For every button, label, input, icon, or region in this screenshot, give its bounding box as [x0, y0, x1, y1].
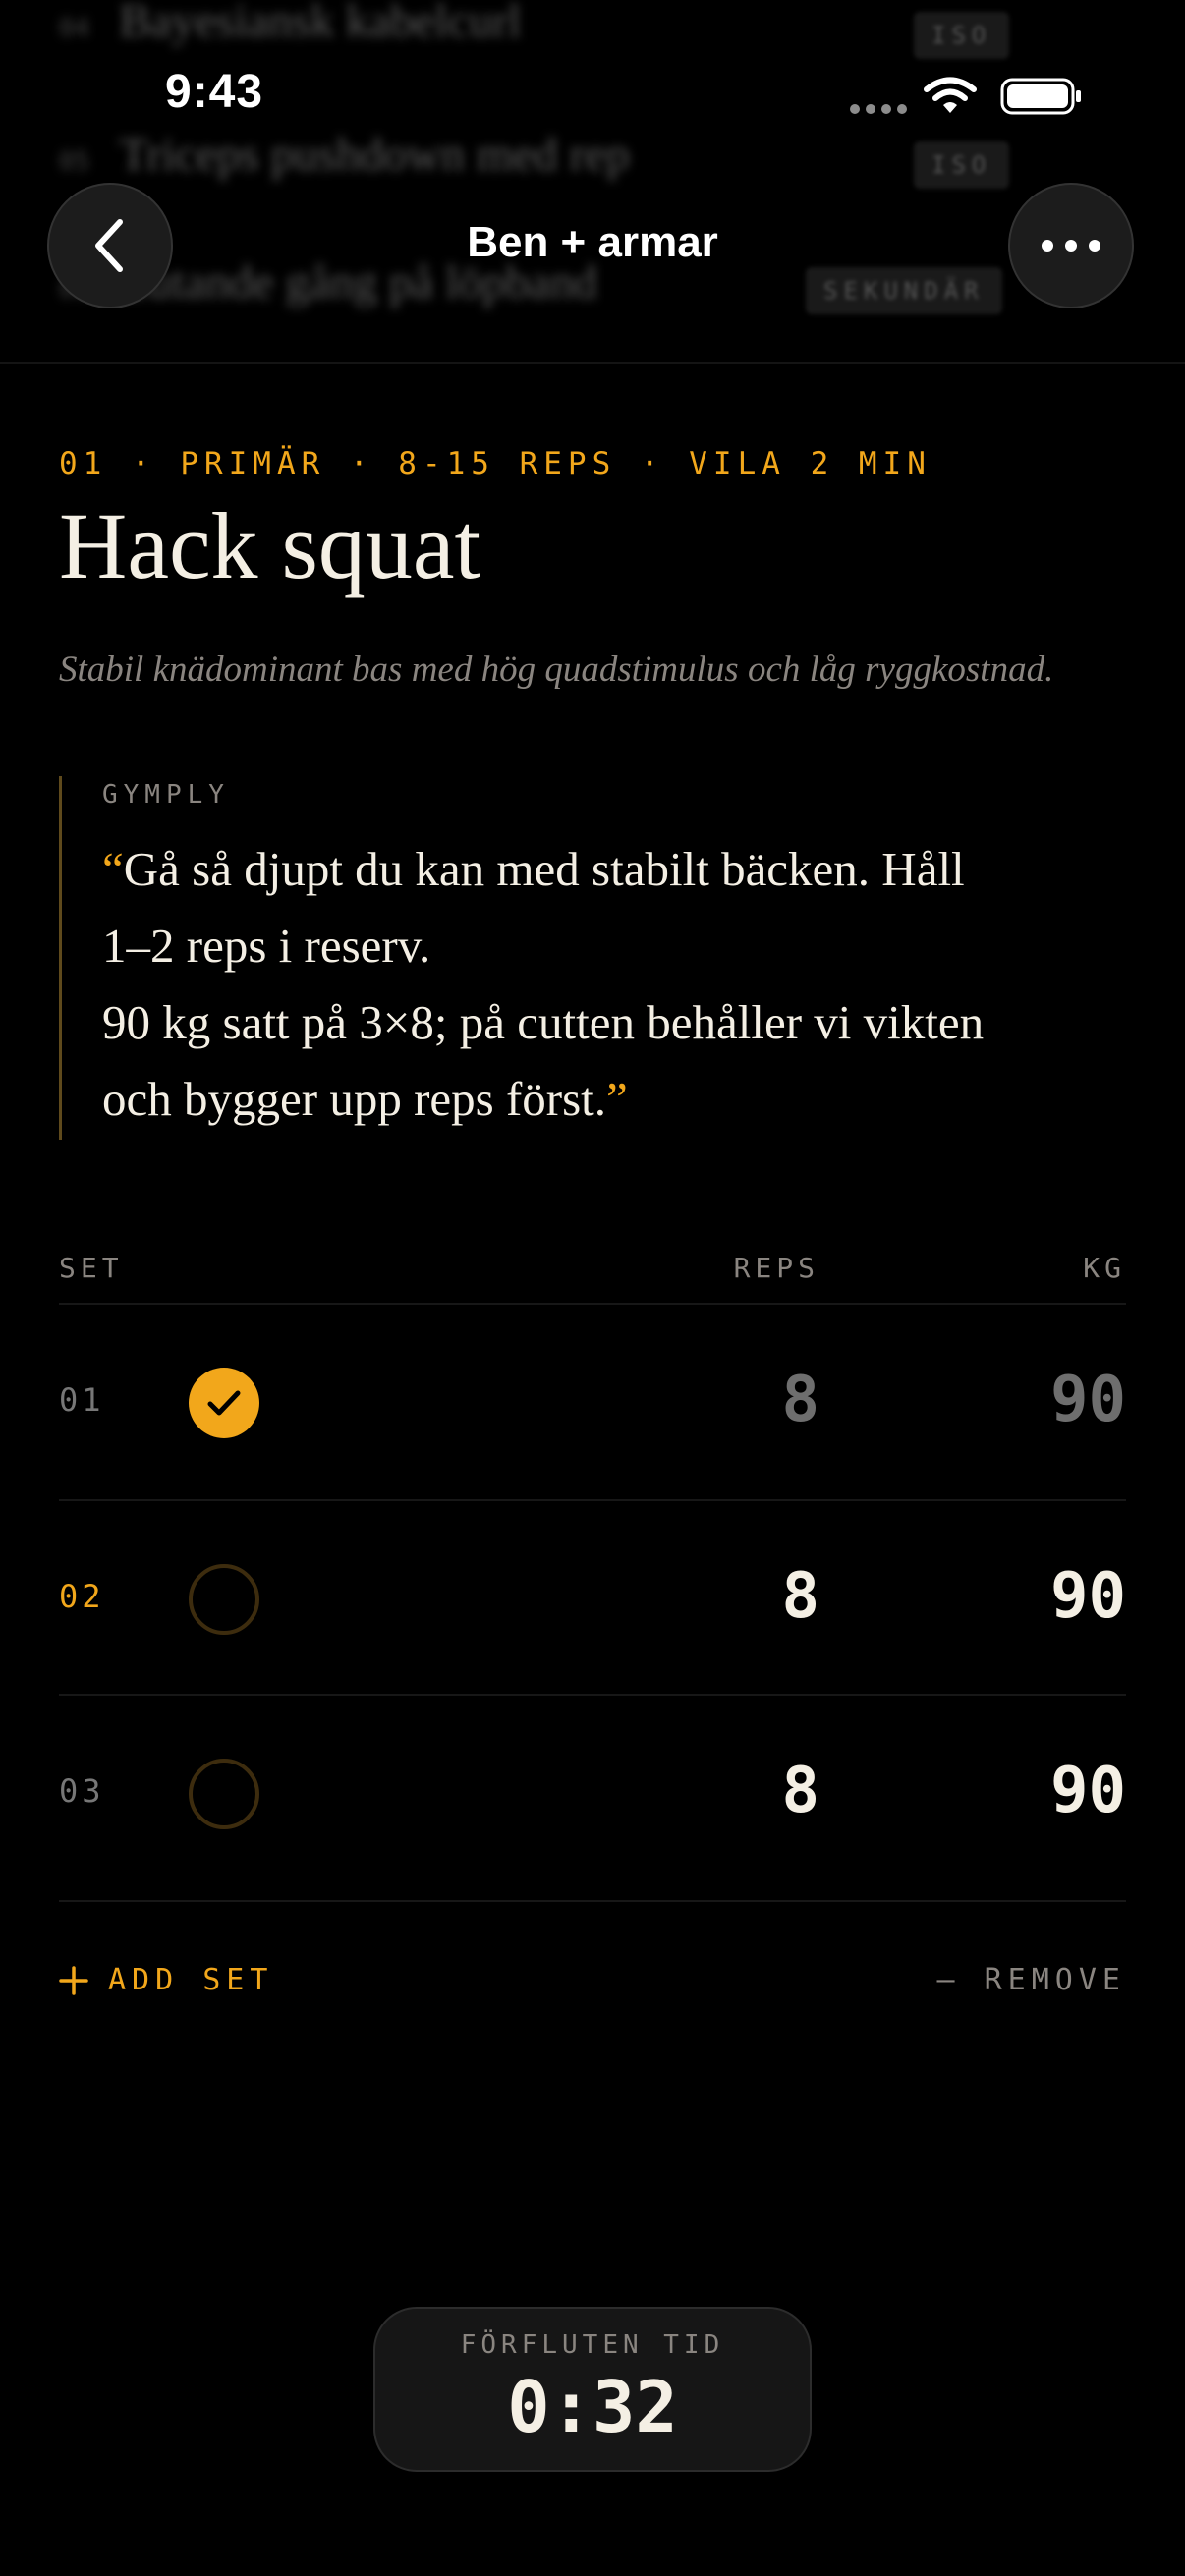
reps-value[interactable]: 8: [781, 1755, 819, 1827]
checkmark-icon: [207, 1390, 241, 1416]
column-header-kg: KG: [1083, 1252, 1126, 1284]
coach-note-line: och bygger upp reps först.”: [102, 1072, 628, 1126]
coach-note-line: 1–2 reps i reserv.: [102, 919, 431, 973]
reps-value[interactable]: 8: [781, 1364, 819, 1436]
background-list-tag: SEKUNDÄR: [806, 267, 1002, 314]
plus-icon: [59, 1965, 88, 1995]
exercise-meta: 01 · PRIMÄR · 8-15 REPS · VILA 2 MIN: [59, 446, 931, 481]
close-quote: ”: [606, 1072, 628, 1126]
set-number: 02: [59, 1578, 105, 1615]
exercise-description: Stabil knädominant bas med hög quadstimu…: [59, 649, 1054, 690]
ellipsis-icon: [1042, 240, 1100, 252]
remove-set-button[interactable]: — REMOVE: [937, 1963, 1127, 1997]
coach-note-line: 90 kg satt på 3×8; på cutten behåller vi…: [102, 995, 985, 1049]
more-options-button[interactable]: [1008, 183, 1134, 308]
set-number: 03: [59, 1772, 105, 1810]
timer-label: FÖRFLUTEN TID: [460, 2330, 725, 2360]
reps-value[interactable]: 8: [781, 1560, 819, 1633]
exercise-title: Hack squat: [59, 493, 481, 598]
kg-value[interactable]: 90: [1050, 1364, 1126, 1436]
add-set-label: ADD SET: [108, 1963, 274, 1997]
table-row: 02 8 90: [59, 1501, 1126, 1696]
status-time: 9:43: [165, 66, 264, 118]
cellular-signal-icon: [850, 104, 907, 114]
timer-value: 0:32: [507, 2366, 678, 2448]
wifi-icon: [924, 77, 977, 113]
coach-note: “Gå så djupt du kan med stabilt bäcken. …: [102, 831, 1144, 1138]
open-quote: “: [102, 842, 124, 896]
status-bar: 9:43: [0, 0, 1185, 196]
coach-note-line: “Gå så djupt du kan med stabilt bäcken. …: [102, 842, 965, 896]
set-number: 01: [59, 1381, 105, 1419]
add-set-button[interactable]: ADD SET: [59, 1963, 273, 1997]
set-complete-toggle[interactable]: [189, 1368, 259, 1438]
set-complete-toggle[interactable]: [189, 1759, 259, 1829]
table-divider: [59, 1900, 1126, 1902]
battery-icon: [1000, 78, 1081, 115]
column-header-set: SET: [59, 1252, 124, 1284]
elapsed-timer[interactable]: FÖRFLUTEN TID 0:32: [373, 2307, 812, 2472]
column-header-reps: REPS: [733, 1252, 819, 1284]
kg-value[interactable]: 90: [1050, 1755, 1126, 1827]
kg-value[interactable]: 90: [1050, 1560, 1126, 1633]
coach-note-source: GYMPLY: [102, 780, 230, 810]
header-divider: [0, 362, 1185, 364]
table-row: 01 8 90: [59, 1305, 1126, 1499]
table-row: 03 8 90: [59, 1696, 1126, 1890]
quote-accent-bar: [59, 776, 62, 1140]
set-complete-toggle[interactable]: [189, 1564, 259, 1635]
